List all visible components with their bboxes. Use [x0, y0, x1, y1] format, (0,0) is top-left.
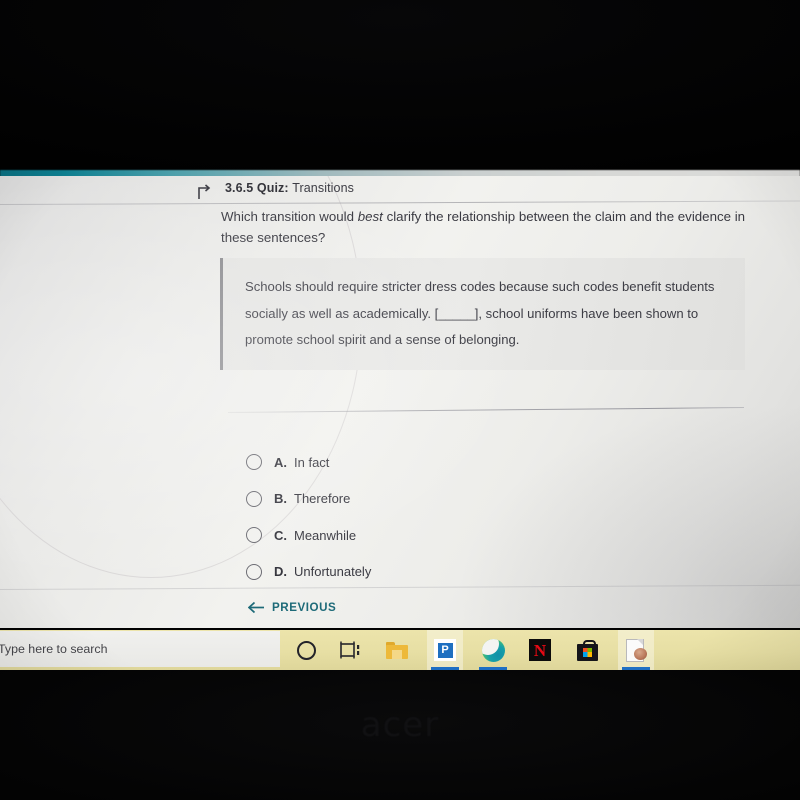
option-text-b: Therefore	[294, 491, 351, 507]
file-explorer-icon[interactable]	[381, 634, 413, 666]
cortana-ring	[296, 640, 316, 660]
page-title: 3.6.5 Quiz: Transitions	[225, 181, 354, 195]
content-divider	[227, 407, 744, 413]
answer-options: A. In fact B. Therefore C. Meanwhile D.	[246, 444, 646, 590]
option-text-a: In fact	[294, 454, 330, 470]
microsoft-store-icon[interactable]	[571, 634, 603, 666]
document-active-indicator	[622, 667, 650, 670]
netflix-letter: N	[533, 640, 547, 660]
document-photo-icon[interactable]	[620, 634, 652, 670]
answer-option-b[interactable]: B. Therefore	[246, 481, 646, 518]
answer-option-c[interactable]: C. Meanwhile	[246, 517, 646, 554]
question-prefix: Which transition would	[221, 209, 358, 224]
p-app-active-indicator	[431, 667, 459, 670]
option-letter-b: B.	[274, 491, 287, 507]
document-glyph	[626, 639, 647, 662]
activity-type: Quiz:	[256, 181, 289, 195]
p-app-icon[interactable]: P	[429, 634, 461, 670]
radio-button-b[interactable]	[246, 490, 262, 507]
acer-brand-logo: acer	[360, 705, 440, 745]
previous-button[interactable]: PREVIOUS	[247, 601, 337, 614]
folder-glyph	[386, 641, 408, 659]
lesson-number: 3.6.5	[225, 181, 254, 195]
option-letter-a: A.	[274, 454, 287, 470]
question-text: Which transition would best clarify the …	[221, 206, 746, 248]
passage-text: Schools should require stricter dress co…	[245, 279, 715, 347]
edge-active-indicator	[479, 667, 507, 670]
edge-glyph	[481, 638, 505, 662]
passage-block: Schools should require stricter dress co…	[220, 258, 745, 370]
laptop-photo: 3.6.5 Quiz: Transitions Which transition…	[0, 0, 800, 800]
question-emphasis: best	[357, 209, 383, 224]
p-glyph: P	[434, 639, 456, 661]
p-app-letter: P	[437, 642, 453, 658]
option-text-d: Unfortunately	[294, 564, 372, 580]
cortana-circle-icon[interactable]	[290, 634, 322, 666]
search-placeholder: Type here to search	[0, 642, 108, 656]
option-text-c: Meanwhile	[294, 527, 357, 543]
answer-option-a[interactable]: A. In fact	[246, 444, 646, 481]
netflix-icon[interactable]: N	[524, 634, 556, 666]
previous-label: PREVIOUS	[272, 601, 337, 614]
radio-button-d[interactable]	[246, 563, 262, 580]
arrow-left-icon	[247, 601, 265, 614]
laptop-screen: 3.6.5 Quiz: Transitions Which transition…	[0, 176, 800, 628]
search-input[interactable]: Type here to search	[0, 631, 280, 667]
netflix-glyph: N	[529, 639, 551, 661]
option-letter-d: D.	[274, 564, 287, 580]
microsoft-edge-icon[interactable]	[477, 634, 509, 670]
radio-button-a[interactable]	[246, 454, 262, 471]
answer-option-d[interactable]: D. Unfortunately	[246, 554, 646, 591]
radio-button-c[interactable]	[246, 527, 262, 544]
laptop-top-bezel	[0, 0, 800, 172]
back-arrow-icon[interactable]	[195, 184, 213, 200]
activity-title: Transitions	[292, 181, 354, 195]
quiz-page: 3.6.5 Quiz: Transitions Which transition…	[0, 176, 800, 628]
store-bag-glyph	[576, 639, 598, 661]
task-view-icon[interactable]	[335, 634, 367, 666]
windows-taskbar: Type here to search P N	[0, 630, 800, 670]
option-letter-c: C.	[274, 527, 287, 543]
